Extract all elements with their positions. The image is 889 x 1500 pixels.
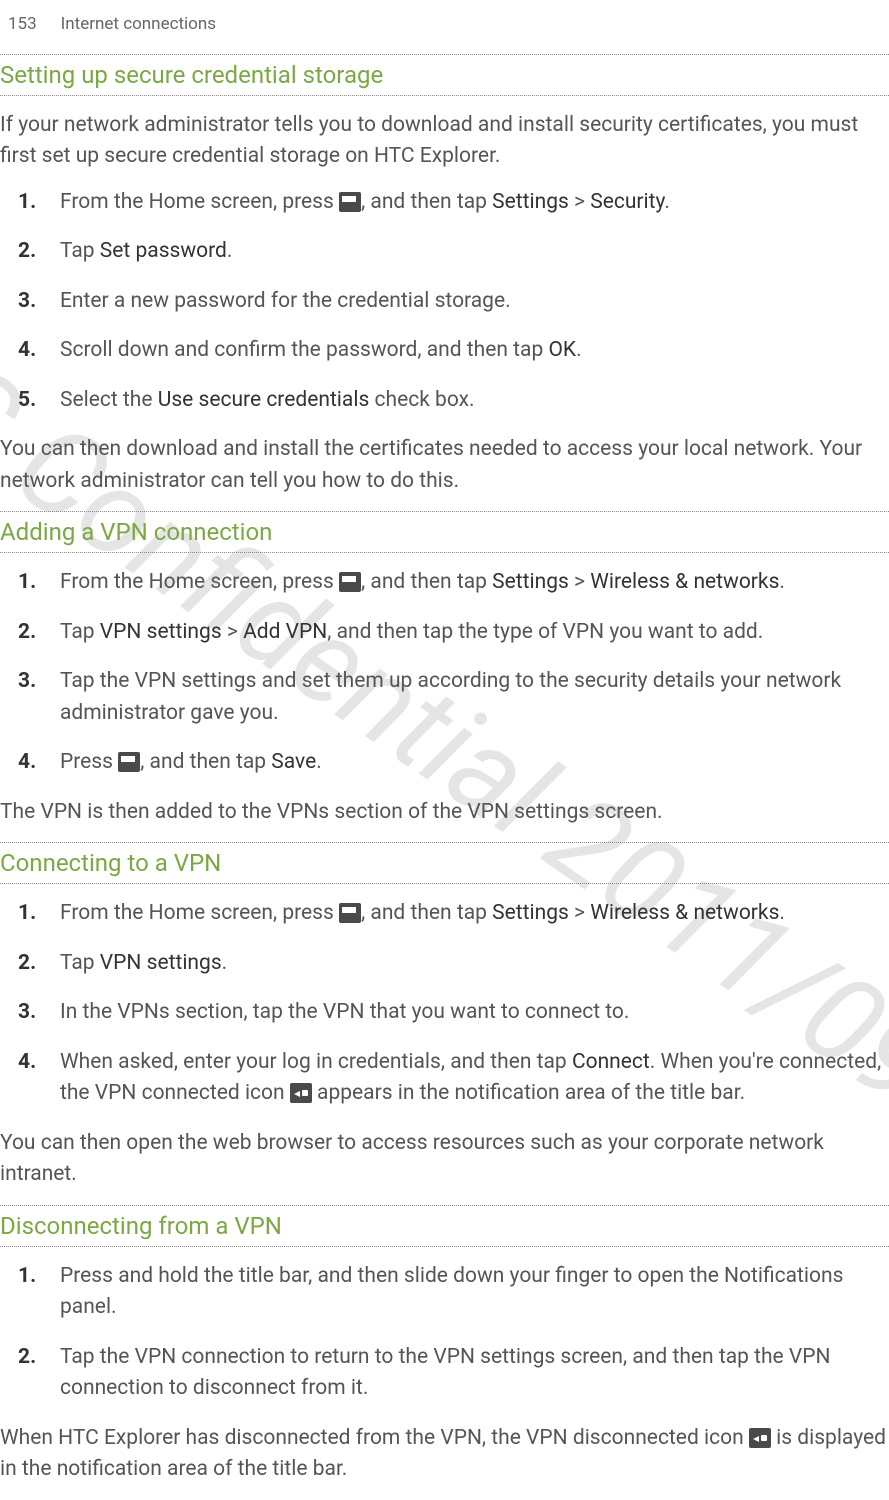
step-text: . [316, 750, 322, 774]
bold-secure-creds: Use secure credentials [158, 388, 370, 412]
menu-icon [339, 192, 361, 212]
step-text: Enter a new password for the credential … [60, 286, 889, 318]
step-text: Tap [60, 620, 100, 644]
step-text: , and then tap [361, 190, 492, 214]
menu-icon [118, 752, 140, 772]
bold-ok: OK [548, 338, 576, 362]
divider [0, 883, 889, 884]
step-text: . [779, 570, 785, 594]
step-separator: > [569, 901, 590, 925]
outro-text-part: When HTC Explorer has disconnected from … [0, 1426, 749, 1450]
bold-setpassword: Set password [100, 239, 227, 263]
menu-icon [339, 903, 361, 923]
step-text: , and then tap [140, 750, 271, 774]
section-heading-credential: Setting up secure credential storage [0, 55, 889, 95]
bold-vpn-settings: VPN settings [100, 951, 222, 975]
step-separator: > [569, 570, 590, 594]
section-heading-add-vpn: Adding a VPN connection [0, 512, 889, 552]
step-text: Press and hold the title bar, and then s… [60, 1261, 889, 1324]
list-item: Press , and then tap Save. [0, 747, 889, 779]
steps-list-add-vpn: From the Home screen, press , and then t… [0, 567, 889, 779]
divider [0, 95, 889, 96]
outro-text: You can then download and install the ce… [0, 434, 889, 497]
step-text: . [664, 190, 670, 214]
bold-connect: Connect [572, 1050, 650, 1074]
list-item: Tap the VPN connection to return to the … [0, 1342, 889, 1405]
step-text: . [227, 239, 233, 263]
step-text: From the Home screen, press [60, 190, 339, 214]
list-item: Tap the VPN settings and set them up acc… [0, 666, 889, 729]
page-number: 153 [8, 12, 37, 38]
list-item: Tap VPN settings > Add VPN, and then tap… [0, 617, 889, 649]
step-text: Tap [60, 239, 100, 263]
section-heading-disconnect-vpn: Disconnecting from a VPN [0, 1206, 889, 1246]
menu-icon [339, 572, 361, 592]
step-text: . [576, 338, 582, 362]
step-text: In the VPNs section, tap the VPN that yo… [60, 997, 889, 1029]
step-text: , and then tap [361, 901, 492, 925]
step-text: Scroll down and confirm the password, an… [60, 338, 548, 362]
list-item: In the VPNs section, tap the VPN that yo… [0, 997, 889, 1029]
list-item: Press and hold the title bar, and then s… [0, 1261, 889, 1324]
list-item: From the Home screen, press , and then t… [0, 567, 889, 599]
steps-list-disconnect-vpn: Press and hold the title bar, and then s… [0, 1261, 889, 1405]
list-item: Scroll down and confirm the password, an… [0, 335, 889, 367]
step-text: check box. [369, 388, 474, 412]
step-text: Tap the VPN settings and set them up acc… [60, 666, 889, 729]
step-text: Tap [60, 951, 100, 975]
step-text: Tap the VPN connection to return to the … [60, 1342, 889, 1405]
step-text: Select the [60, 388, 158, 412]
steps-list-connect-vpn: From the Home screen, press , and then t… [0, 898, 889, 1110]
list-item: Enter a new password for the credential … [0, 286, 889, 318]
divider [0, 1246, 889, 1247]
list-item: Select the Use secure credentials check … [0, 385, 889, 417]
intro-text: If your network administrator tells you … [0, 110, 889, 173]
outro-text: You can then open the web browser to acc… [0, 1128, 889, 1191]
vpn-connected-icon [290, 1083, 312, 1103]
bold-security: Security [590, 190, 664, 214]
step-text: appears in the notification area of the … [312, 1081, 745, 1105]
bold-settings: Settings [492, 190, 569, 214]
bold-wireless: Wireless & networks [590, 570, 779, 594]
list-item: From the Home screen, press , and then t… [0, 187, 889, 219]
bold-vpn-settings: VPN settings [100, 620, 222, 644]
step-text: Press [60, 750, 118, 774]
step-text: From the Home screen, press [60, 901, 339, 925]
step-text: When asked, enter your log in credential… [60, 1050, 572, 1074]
list-item: Tap Set password. [0, 236, 889, 268]
list-item: When asked, enter your log in credential… [0, 1047, 889, 1110]
steps-list-credential: From the Home screen, press , and then t… [0, 187, 889, 417]
step-separator: > [222, 620, 243, 644]
list-item: From the Home screen, press , and then t… [0, 898, 889, 930]
step-text: . [222, 951, 228, 975]
section-heading-connect-vpn: Connecting to a VPN [0, 843, 889, 883]
bold-add-vpn: Add VPN [243, 620, 327, 644]
header-section: Internet connections [61, 12, 216, 38]
step-text: . [779, 901, 785, 925]
bold-save: Save [271, 750, 316, 774]
list-item: Tap VPN settings. [0, 948, 889, 980]
bold-settings: Settings [492, 901, 569, 925]
step-text: , and then tap [361, 570, 492, 594]
step-separator: > [569, 190, 590, 214]
outro-text: When HTC Explorer has disconnected from … [0, 1423, 889, 1486]
bold-settings: Settings [492, 570, 569, 594]
bold-wireless: Wireless & networks [590, 901, 779, 925]
step-text: From the Home screen, press [60, 570, 339, 594]
page-header: 153 Internet connections [0, 0, 889, 38]
divider [0, 552, 889, 553]
outro-text: The VPN is then added to the VPNs sectio… [0, 797, 889, 829]
vpn-disconnected-icon [749, 1428, 771, 1448]
step-text: , and then tap the type of VPN you want … [327, 620, 763, 644]
